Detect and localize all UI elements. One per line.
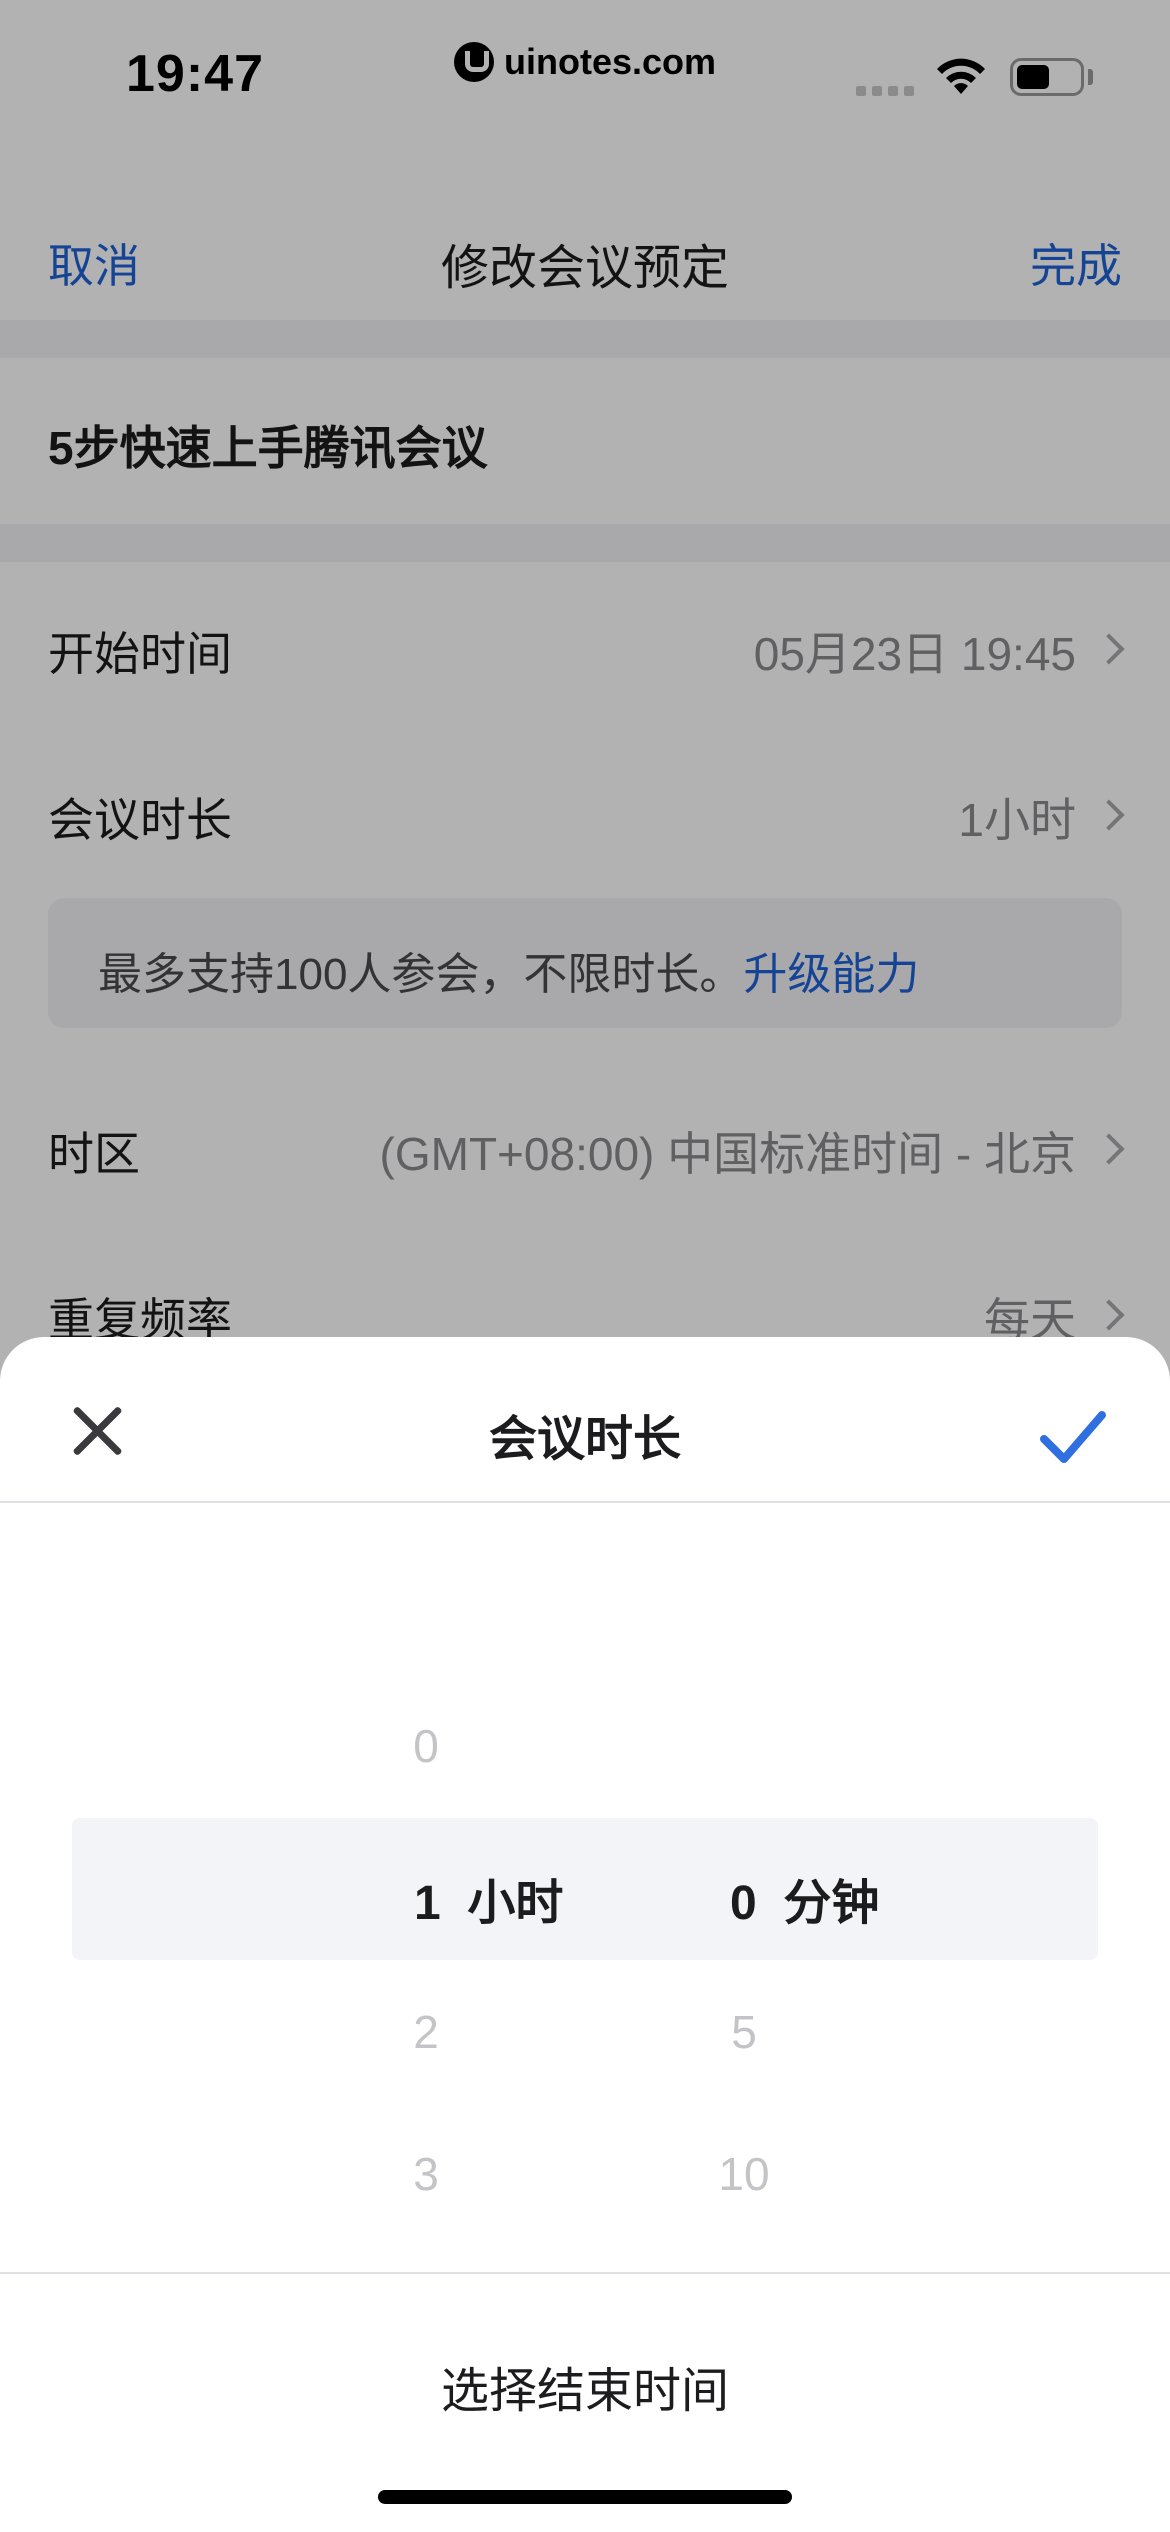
screen: 19:47 uinotes.com 取消 修改会议预定 完成 5步快速上手腾讯会…: [0, 0, 1170, 2532]
hour-selected[interactable]: 1 小时: [414, 1863, 563, 1933]
hour-unit: 小时: [467, 1877, 564, 1930]
hour-selected-value: 1: [414, 1877, 441, 1930]
hour-option[interactable]: 0: [366, 1719, 486, 1773]
minute-selected-value: 0: [730, 1877, 757, 1930]
minute-unit: 分钟: [783, 1877, 880, 1930]
hour-option[interactable]: 3: [366, 2147, 486, 2201]
sheet-title: 会议时长: [488, 1413, 681, 1466]
sheet-divider: [0, 1501, 1170, 1503]
duration-picker-sheet: 会议时长 0 1 小时 2 3 0 分钟 5 10 选择结束时间: [0, 1337, 1170, 2532]
sheet-divider: [0, 2272, 1170, 2274]
minute-option[interactable]: 10: [684, 2147, 804, 2201]
picker-selection-band: [72, 1818, 1098, 1960]
hour-option[interactable]: 2: [366, 2005, 486, 2059]
minute-option[interactable]: 5: [684, 2005, 804, 2059]
home-indicator[interactable]: [378, 2490, 792, 2504]
checkmark-icon[interactable]: [1040, 1409, 1106, 1465]
select-end-time-button[interactable]: 选择结束时间: [0, 2351, 1170, 2421]
minute-selected[interactable]: 0 分钟: [730, 1863, 879, 1933]
